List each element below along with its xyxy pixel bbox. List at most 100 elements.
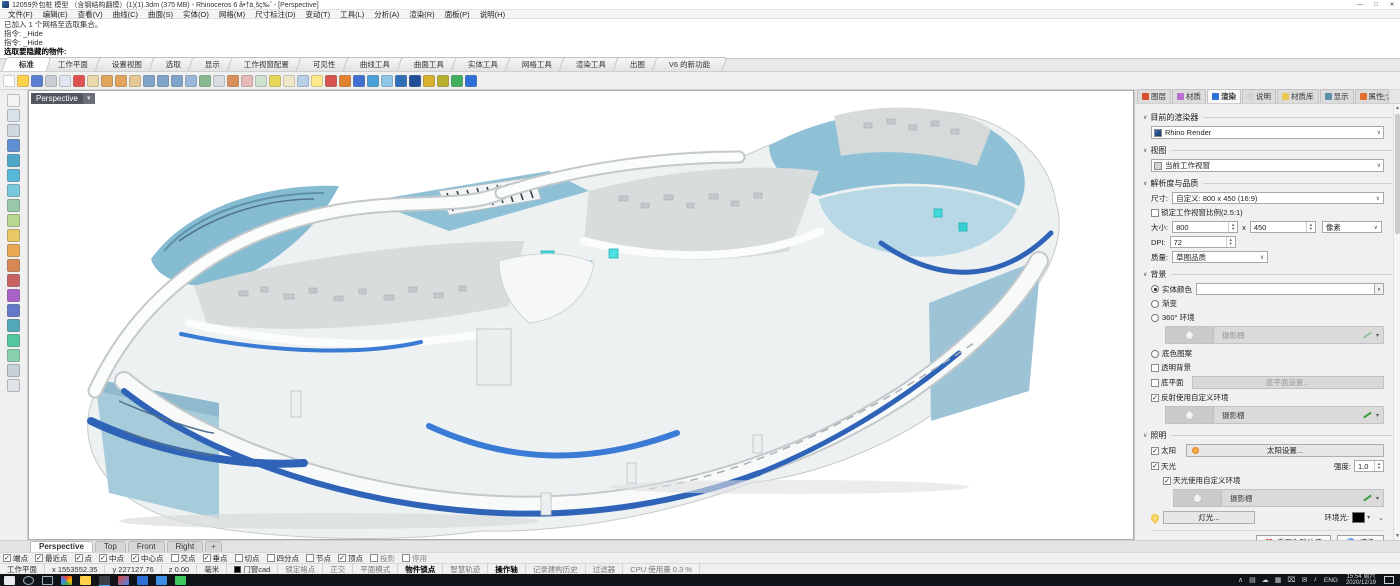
menu-item[interactable]: 文件(F) <box>3 9 38 20</box>
panel-tab[interactable]: 材质库 <box>1277 89 1319 103</box>
wechat-icon[interactable] <box>175 576 186 585</box>
render-settings-icon[interactable] <box>353 75 365 87</box>
size-preset-select[interactable]: 自定义: 800 x 450 (16:9) ∨ <box>1172 192 1384 204</box>
osnap-checkbox[interactable] <box>131 554 139 562</box>
osnap-toggle[interactable]: 中点 <box>99 553 124 564</box>
wps-icon[interactable] <box>156 576 167 585</box>
osnap-checkbox[interactable] <box>171 554 179 562</box>
current-layer-button[interactable]: 门窗cad <box>227 564 278 575</box>
panel-tab[interactable]: 显示 <box>1320 89 1354 103</box>
osnap-checkbox[interactable] <box>235 554 243 562</box>
dpi-input[interactable]: 72 ▲▼ <box>1170 236 1236 248</box>
polyline-icon[interactable] <box>7 139 20 152</box>
menu-item[interactable]: 实体(O) <box>178 9 214 20</box>
viewport-title[interactable]: Perspective <box>31 93 83 104</box>
osnap-toggle[interactable]: 切点 <box>235 553 260 564</box>
lock-ratio-checkbox[interactable] <box>1151 209 1159 217</box>
spinner-arrows[interactable]: ▲▼ <box>1228 222 1237 232</box>
lock-object-icon[interactable] <box>269 75 281 87</box>
raytrace-mode-icon[interactable] <box>409 75 421 87</box>
sun-settings-button[interactable]: 太阳设置... <box>1186 444 1384 457</box>
zoom-extents-icon[interactable] <box>171 75 183 87</box>
zoom-selected-icon[interactable] <box>185 75 197 87</box>
scroll-down-icon[interactable]: ▼ <box>1394 532 1400 540</box>
clock[interactable]: 15:54 周六 2020/12/19 <box>1346 574 1376 586</box>
menu-item[interactable]: 工具(L) <box>335 9 369 20</box>
osnap-checkbox[interactable] <box>99 554 107 562</box>
viewport-tab[interactable]: Front <box>128 541 165 552</box>
panel-tab[interactable]: 渲染 <box>1207 89 1241 103</box>
tray-icon[interactable]: ✉ <box>1302 576 1308 584</box>
menu-item[interactable]: 曲面(S) <box>143 9 178 20</box>
ghosted-mode-icon[interactable] <box>381 75 393 87</box>
view-select[interactable]: 当前工作视窗 ∨ <box>1151 159 1384 172</box>
extrude-icon[interactable] <box>7 244 20 257</box>
tray-icon[interactable]: ▦ <box>1275 576 1282 584</box>
edit-pencil-icon[interactable] <box>1363 495 1372 502</box>
units-indicator[interactable]: 毫米 <box>197 564 227 575</box>
fillet-icon[interactable] <box>7 289 20 302</box>
osnap-checkbox[interactable] <box>267 554 275 562</box>
move-icon[interactable] <box>7 304 20 317</box>
sun-checkbox[interactable] <box>1151 447 1159 455</box>
print-icon[interactable] <box>45 75 57 87</box>
section-current-renderer[interactable]: ∨ 目前的渲染器 <box>1143 112 1392 123</box>
osnap-toggle[interactable]: 停用 <box>402 553 427 564</box>
close-button[interactable]: ✕ <box>1384 0 1400 10</box>
rectangle-icon[interactable] <box>7 199 20 212</box>
dimension-icon[interactable] <box>7 379 20 392</box>
perspective-viewport[interactable]: Perspective ▼ <box>28 90 1134 540</box>
file-explorer-icon[interactable] <box>80 576 91 585</box>
menu-item[interactable]: 尺寸标注(D) <box>250 9 300 20</box>
menu-item[interactable]: 查看(V) <box>73 9 108 20</box>
pan-icon[interactable] <box>129 75 141 87</box>
transparent-background-checkbox[interactable] <box>1151 364 1159 372</box>
osnap-toggle[interactable]: 四分点 <box>267 553 300 564</box>
spinner-arrows[interactable]: ▲▼ <box>1226 237 1235 247</box>
viewport-tab[interactable]: + <box>205 541 222 552</box>
rotate-view-icon[interactable] <box>199 75 211 87</box>
viewport-title-menu-icon[interactable]: ▼ <box>83 93 95 104</box>
viewport-tab[interactable]: Perspective <box>30 541 93 552</box>
object-properties-icon[interactable] <box>297 75 309 87</box>
copy-icon[interactable] <box>59 75 71 87</box>
osnap-toggle[interactable]: 端点 <box>3 553 28 564</box>
xray-mode-icon[interactable] <box>395 75 407 87</box>
height-input[interactable]: 450 ▲▼ <box>1250 221 1316 233</box>
toolbar-tab[interactable]: 工作视窗配置 <box>227 57 307 71</box>
status-toggle[interactable]: 物件锁点 <box>398 564 443 575</box>
section-view[interactable]: ∨ 视图 <box>1143 145 1392 156</box>
menu-item[interactable]: 说明(H) <box>475 9 510 20</box>
menu-item[interactable]: 变动(T) <box>301 9 336 20</box>
rotate-icon[interactable] <box>7 319 20 332</box>
notification-center-icon[interactable] <box>1384 576 1394 584</box>
select-cursor-icon[interactable] <box>7 94 20 107</box>
delete-icon[interactable] <box>73 75 85 87</box>
photos-app-icon[interactable] <box>118 576 129 585</box>
unit-select[interactable]: 像素 ∨ <box>1322 221 1382 233</box>
section-background[interactable]: ∨ 背景 <box>1143 269 1392 280</box>
status-toggle[interactable]: 过滤器 <box>586 564 624 575</box>
command-prompt[interactable]: 选取要隐藏的物件: <box>4 47 1396 57</box>
paste-icon[interactable] <box>87 75 99 87</box>
skylight-checkbox[interactable] <box>1151 462 1159 470</box>
viewport-tab[interactable]: Top <box>95 541 126 552</box>
tray-icon[interactable]: ▤ <box>1249 576 1256 584</box>
help-online-icon[interactable] <box>465 75 477 87</box>
solid-color-radio[interactable] <box>1151 285 1159 293</box>
maximize-button[interactable]: □ <box>1368 0 1384 10</box>
panel-tab[interactable]: 图层 <box>1137 89 1171 103</box>
osnap-toggle[interactable]: 点 <box>75 553 93 564</box>
four-viewports-icon[interactable] <box>213 75 225 87</box>
osnap-checkbox[interactable] <box>3 554 11 562</box>
reflection-environment-well[interactable]: 摄影棚 ▾ <box>1165 406 1384 424</box>
menu-item[interactable]: 编辑(E) <box>38 9 73 20</box>
status-toggle[interactable]: 智慧轨迹 <box>443 564 488 575</box>
mirror-icon[interactable] <box>7 349 20 362</box>
section-lighting[interactable]: ∨ 照明 <box>1143 430 1392 441</box>
edit-pencil-icon[interactable] <box>1363 412 1372 419</box>
shaded-mode-icon[interactable] <box>367 75 379 87</box>
gradient-radio[interactable] <box>1151 300 1159 308</box>
status-toggle[interactable]: CPU 使用量 0.3 % <box>623 564 700 575</box>
script-icon[interactable] <box>423 75 435 87</box>
